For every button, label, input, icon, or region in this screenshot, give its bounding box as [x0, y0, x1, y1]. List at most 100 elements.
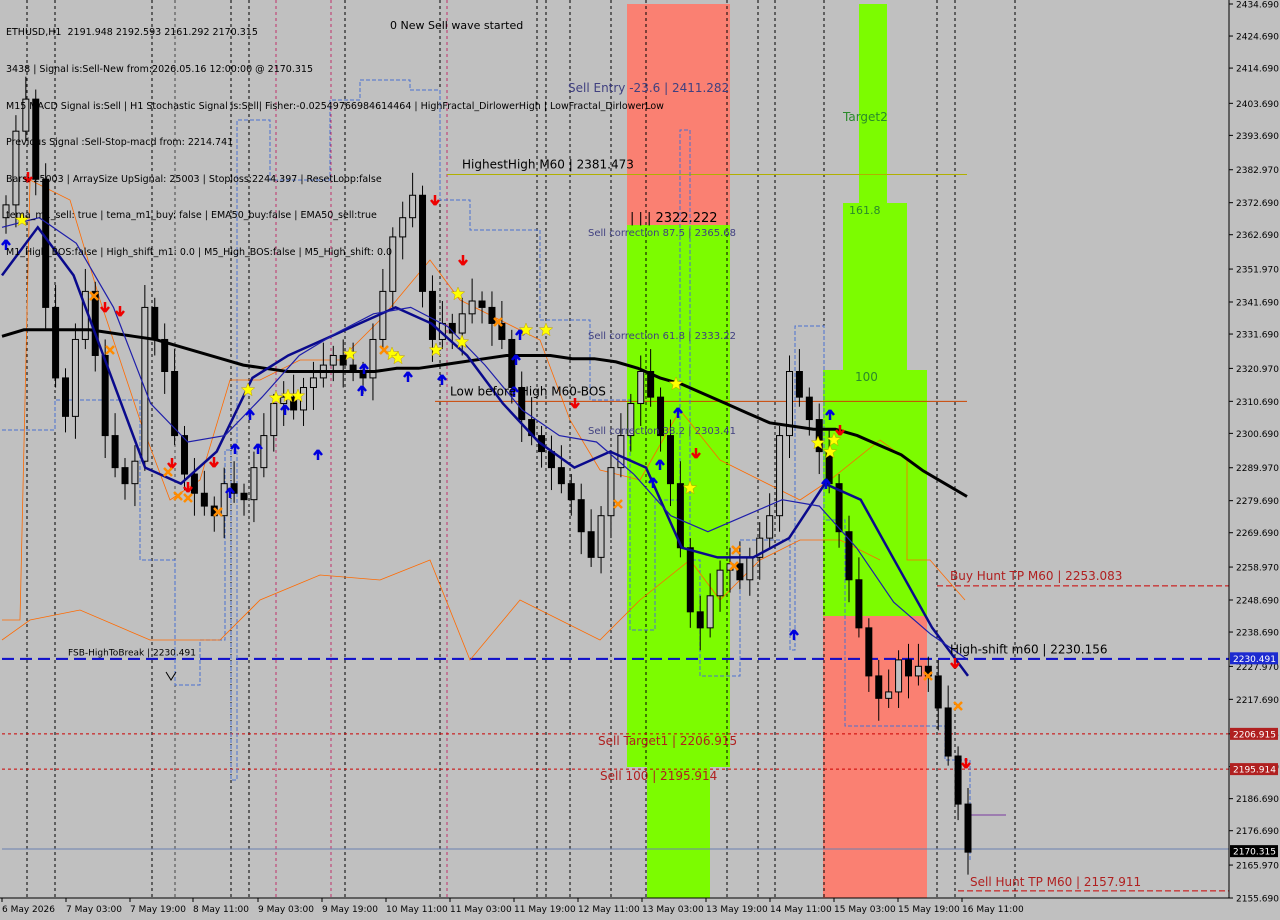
- x-tick-label: 14 May 11:00: [770, 905, 832, 915]
- candle-body: [934, 675, 942, 709]
- candle-body: [379, 290, 387, 340]
- y-tick-label: 2269.690: [1236, 529, 1279, 539]
- candle-body: [458, 313, 466, 334]
- candle-body: [190, 473, 198, 494]
- y-tick-label: 2155.690: [1236, 895, 1279, 905]
- candle-body: [240, 492, 248, 501]
- candle-body: [111, 435, 119, 469]
- price-axis: 2434.690 2424.690 2414.690 2403.690 2393.690…: [1228, 0, 1280, 920]
- x-tick-label: 7 May 19:00: [130, 905, 186, 915]
- orange-x-icon: [183, 493, 193, 503]
- info-line: M1_High_BOS:false | High_shift_m1: 0.0 |…: [6, 246, 393, 258]
- orange-x-icon: [613, 499, 623, 509]
- price-tag-label: 2230.491: [1233, 655, 1276, 665]
- candle-body: [62, 377, 70, 417]
- y-tick-label: 2258.970: [1236, 564, 1279, 574]
- target-161-zone: [843, 203, 907, 372]
- star-icon: [428, 342, 444, 357]
- candle-body: [885, 691, 893, 699]
- y-tick-label: 2186.690: [1236, 795, 1279, 805]
- candle-body: [944, 707, 952, 757]
- zone-label: Sell correction 61.8 | 2333.22: [588, 331, 736, 342]
- buy-arrow-icon: [313, 449, 323, 460]
- level-label: Low before High M60-BOS: [450, 384, 606, 398]
- x-tick-label: 15 May 19:00: [898, 905, 960, 915]
- y-tick-label: 2238.690: [1236, 629, 1279, 639]
- star-icon: [518, 322, 534, 337]
- candle-body: [270, 403, 278, 437]
- buy-arrow-icon: [403, 371, 413, 382]
- candle-body: [468, 300, 476, 315]
- info-line: Previous Signal :Sell-Stop-macd from: 22…: [6, 137, 234, 149]
- sell-arrow-icon: [167, 458, 177, 469]
- buy-arrow-icon: [280, 404, 290, 415]
- info-line: tema_m1_sell: true | tema_m1_buy: false …: [6, 210, 377, 222]
- buy-arrow-icon: [437, 374, 447, 385]
- time-axis: 6 May 2026 7 May 03:00 7 May 19:00 8 May 11…: [0, 897, 1229, 915]
- x-tick-label: 6 May 2026: [2, 905, 55, 915]
- candle-body: [766, 515, 774, 539]
- candle-body: [746, 556, 754, 581]
- candle-body: [637, 371, 645, 405]
- x-tick-label: 13 May 03:00: [642, 905, 704, 915]
- orange-x-icon: [731, 545, 741, 555]
- info-panel: ETHUSD,H1 2191.948 2192.593 2161.292 217…: [6, 3, 664, 271]
- x-tick-label: 13 May 19:00: [706, 905, 768, 915]
- star-icon: [538, 322, 554, 337]
- candle-body: [428, 290, 436, 340]
- orange-x-icon: [953, 701, 963, 711]
- y-tick-label: 2165.970: [1236, 862, 1279, 872]
- symbol-header: ETHUSD,H1 2191.948 2192.593 2161.292 217…: [6, 27, 258, 39]
- candle-body: [954, 755, 962, 805]
- candle-body: [706, 595, 714, 629]
- candle-body: [71, 338, 79, 417]
- candle-body: [309, 377, 317, 389]
- buy-zone: [647, 767, 710, 898]
- y-tick-label: 2279.690: [1236, 497, 1279, 507]
- candle-body: [607, 467, 615, 517]
- sell-arrow-icon: [961, 758, 971, 769]
- y-tick-label: 2362.690: [1236, 231, 1279, 241]
- y-tick-label: 2300.690: [1236, 430, 1279, 440]
- y-tick-label: 2351.970: [1236, 266, 1279, 276]
- candle-body: [557, 467, 565, 485]
- buy-arrow-icon: [789, 629, 799, 640]
- y-tick-label: 2403.690: [1236, 100, 1279, 110]
- candle-body: [964, 803, 972, 853]
- candle-body: [250, 467, 258, 501]
- x-tick-label: 16 May 11:00: [962, 905, 1024, 915]
- orange-x-icon: [379, 345, 389, 355]
- y-tick-label: 2248.690: [1236, 597, 1279, 607]
- y-tick-label: 2310.690: [1236, 398, 1279, 408]
- x-tick-label: 11 May 19:00: [514, 905, 576, 915]
- candle-body: [914, 665, 922, 677]
- price-tag-label: 2206.915: [1233, 730, 1276, 740]
- candle-body: [220, 483, 228, 517]
- x-tick-label: 15 May 03:00: [834, 905, 896, 915]
- candle-body: [478, 300, 486, 308]
- y-tick-label: 2434.690: [1236, 1, 1279, 11]
- x-tick-label: 7 May 03:00: [66, 905, 122, 915]
- candle-body: [895, 659, 903, 693]
- candle-body: [131, 460, 139, 485]
- candle-body: [716, 569, 724, 597]
- candle-body: [52, 306, 60, 379]
- x-tick-label: 11 May 03:00: [450, 905, 512, 915]
- candle-body: [329, 354, 337, 366]
- buy-arrow-icon: [357, 385, 367, 396]
- candle-body: [260, 435, 268, 469]
- x-tick-label: 8 May 11:00: [193, 905, 249, 915]
- level-label: Sell 100 | 2195.914: [600, 769, 717, 783]
- orange-x-icon: [105, 345, 115, 355]
- y-tick-label: 2320.970: [1236, 365, 1279, 375]
- sell-arrow-icon: [183, 482, 193, 493]
- level-label: FSB-HighToBreak | 2230.491: [68, 648, 196, 658]
- candle-body: [666, 435, 674, 485]
- levels-layer: [2, 174, 1229, 892]
- candle-body: [736, 563, 744, 581]
- buy-arrow-icon: [230, 443, 240, 454]
- sell-arrow-icon: [100, 302, 110, 313]
- zone-label: 161.8: [849, 204, 881, 217]
- y-tick-label: 2393.690: [1236, 132, 1279, 142]
- zone-label: Target2: [842, 110, 888, 124]
